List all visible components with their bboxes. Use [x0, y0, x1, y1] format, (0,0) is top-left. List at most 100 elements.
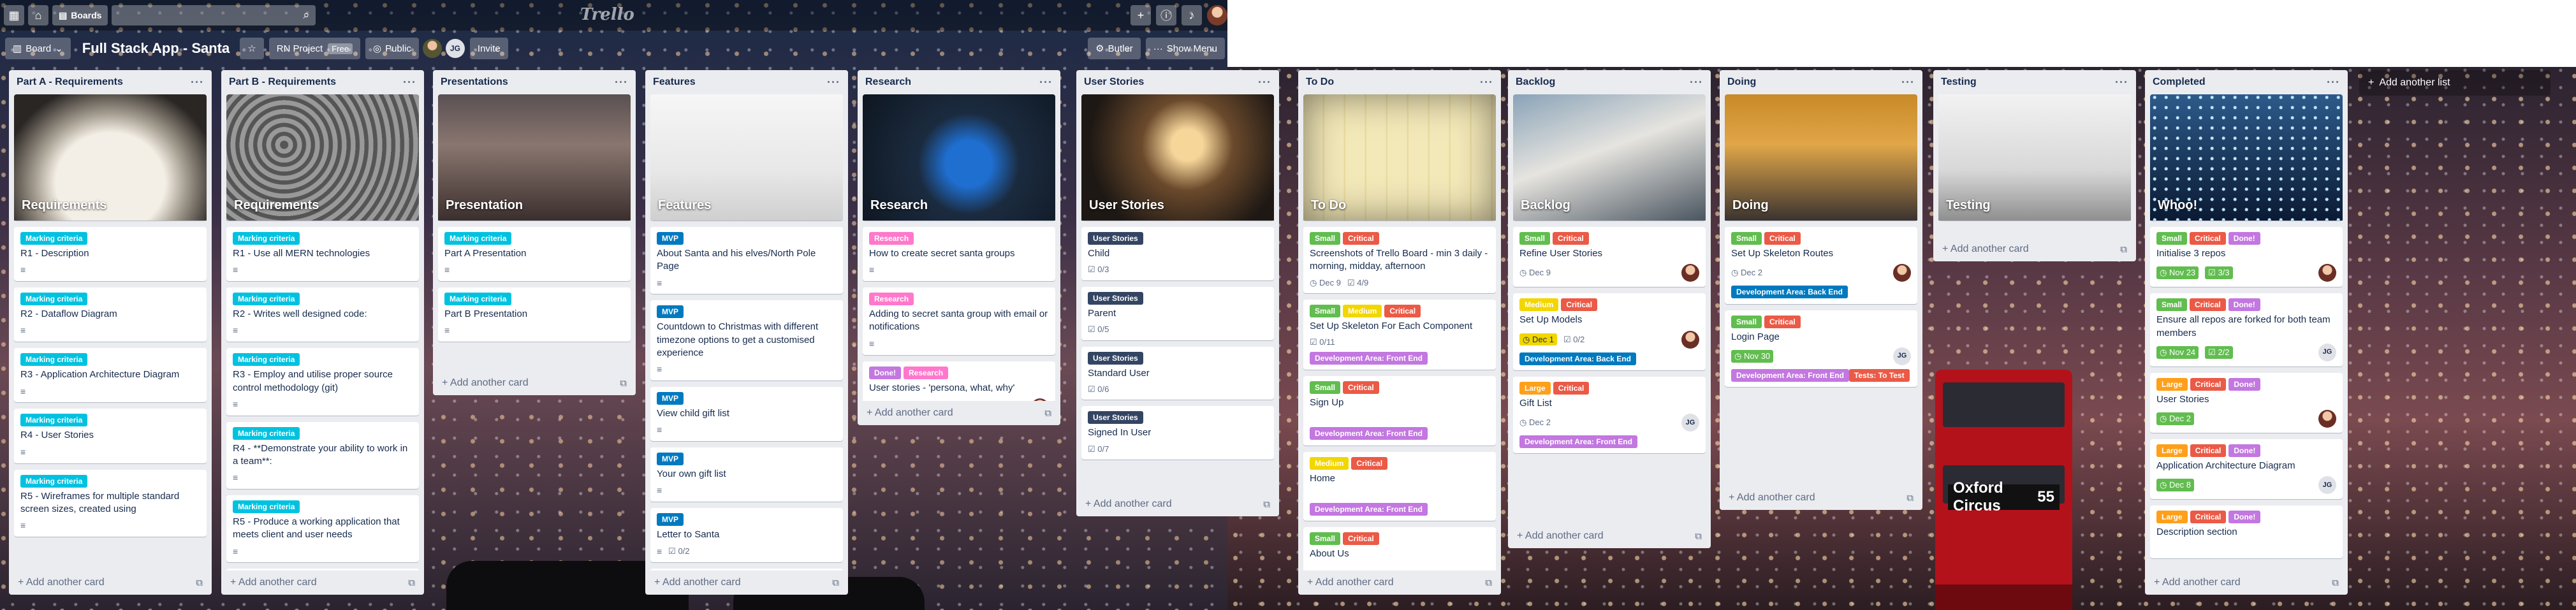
card-template-icon[interactable]: ⧉ — [408, 577, 415, 588]
add-card-button[interactable]: + Add another card ⧉ — [1938, 237, 2131, 261]
list-title[interactable]: Completed — [2153, 76, 2206, 88]
card-label[interactable]: Marking criteria — [233, 353, 300, 367]
card-label[interactable]: Critical — [1343, 381, 1379, 395]
add-card-button[interactable]: + Add another card ⧉ — [1303, 570, 1496, 595]
card-label[interactable]: Done! — [2228, 444, 2261, 457]
card-label[interactable]: Critical — [1351, 456, 1388, 470]
card-label[interactable]: Critical — [1561, 298, 1598, 312]
add-card-button[interactable]: + Add another card ⧉ — [1513, 524, 1706, 548]
add-list-button[interactable]: + Add another list — [2359, 70, 2550, 96]
list-card[interactable]: Small Critical Sign Up Development Area: Fr… — [1303, 376, 1496, 446]
list-card[interactable]: MVP Letter to Santa ≡ ☑ 0/2 — [650, 508, 843, 563]
card-template-icon[interactable]: ⧉ — [2120, 244, 2127, 255]
card-label[interactable]: Small — [1519, 232, 1551, 245]
create-plus-icon[interactable]: + — [1131, 5, 1151, 25]
card-label[interactable]: Critical — [1343, 532, 1379, 546]
due-date-badge[interactable]: ◷ Dec 2 — [1519, 417, 1551, 428]
list-header[interactable]: Features ··· — [650, 70, 843, 94]
list-card[interactable]: Marking criteria R5 - Wireframes for mult… — [14, 469, 207, 537]
card-label[interactable]: Marking criteria — [233, 500, 300, 514]
member-avatar[interactable] — [1681, 264, 1699, 282]
card-template-icon[interactable]: ⧉ — [832, 577, 839, 588]
list-title[interactable]: Testing — [1941, 76, 1977, 88]
list-menu-icon[interactable]: ··· — [191, 76, 204, 89]
cover-card[interactable]: Research — [863, 94, 1055, 221]
card-label[interactable]: Critical — [1764, 232, 1801, 245]
add-card-button[interactable]: + Add another card ⧉ — [650, 570, 843, 595]
due-date-badge[interactable]: ◷ Dec 1 — [1519, 333, 1557, 346]
card-label[interactable]: Medium — [1519, 298, 1559, 312]
list-card[interactable]: Small Critical Set Up Skeleton Routes ◷ Dec… — [1725, 227, 1917, 304]
card-label[interactable]: Marking criteria — [444, 232, 512, 245]
card-label[interactable]: Critical — [2190, 511, 2227, 524]
card-label[interactable]: Done! — [2228, 232, 2260, 245]
card-label[interactable]: Done! — [2228, 377, 2261, 391]
card-template-icon[interactable]: ⧉ — [1906, 493, 1914, 504]
list-menu-icon[interactable]: ··· — [827, 76, 840, 89]
list-card[interactable]: Small Medium Critical Set Up Skeleton For E… — [1303, 300, 1496, 370]
add-card-button[interactable]: + Add another card ⧉ — [1725, 486, 1917, 510]
card-label[interactable]: Critical — [1553, 381, 1590, 395]
list-card[interactable]: Marking criteria R3 - Employ and utilise … — [226, 348, 419, 416]
list-card[interactable]: MVP View child gift list ≡ — [650, 387, 843, 442]
list-menu-icon[interactable]: ··· — [1258, 76, 1271, 89]
card-label[interactable]: Large — [1519, 381, 1551, 395]
list-card[interactable]: Marking criteria Part A Presentation ≡ — [438, 227, 631, 282]
cover-card[interactable]: Requirements — [14, 94, 207, 221]
card-template-icon[interactable]: ⧉ — [196, 577, 203, 588]
card-template-icon[interactable]: ⧉ — [620, 378, 627, 389]
list-card[interactable]: Marking criteria R3 - Application Archite… — [14, 348, 207, 403]
card-label[interactable]: Critical — [2190, 298, 2226, 312]
list-card[interactable]: Marking criteria R1 - Use all MERN techno… — [226, 227, 419, 282]
card-label[interactable]: User Stories — [1088, 411, 1143, 425]
card-label[interactable]: Small — [2156, 232, 2188, 245]
card-label[interactable]: Large — [2156, 511, 2188, 524]
card-label[interactable]: Marking criteria — [20, 293, 88, 306]
add-card-button[interactable]: + Add another card ⧉ — [226, 570, 419, 595]
card-label[interactable]: Large — [2156, 444, 2188, 457]
member-initials-avatar[interactable]: JG — [2318, 343, 2336, 361]
list-card[interactable]: Marking criteria Part B Presentation ≡ — [438, 287, 631, 342]
board-title[interactable]: Full Stack App - Santa — [82, 40, 230, 57]
cover-card[interactable]: User Stories — [1081, 94, 1274, 221]
list-card[interactable]: Small Critical Done! Ensure all repos are f… — [2150, 293, 2343, 367]
invite-button[interactable]: Invite — [469, 38, 508, 59]
due-date-badge[interactable]: ◷ Dec 2 — [2156, 412, 2194, 425]
cover-card[interactable]: Testing — [1938, 94, 2131, 221]
list-card[interactable]: Medium Critical Set Up Models ◷ Dec 1 ☑ 0/2 D… — [1513, 293, 1706, 370]
show-menu-button[interactable]: ··· Show Menu — [1145, 38, 1225, 59]
list-header[interactable]: Part B - Requirements ··· — [226, 70, 419, 94]
card-label[interactable]: Critical — [1553, 232, 1589, 245]
list-card[interactable]: Marking criteria R1 - Description ≡ — [14, 227, 207, 282]
list-card[interactable]: Small Critical Login Page ◷ Nov 30 JG Develop… — [1725, 310, 1917, 387]
home-icon[interactable]: ⌂ — [28, 5, 48, 25]
list-card[interactable]: Medium Critical Home Development Area: Fron… — [1303, 451, 1496, 521]
list-card[interactable]: Marking criteria R5 - Produce a working a… — [226, 495, 419, 563]
list-card[interactable]: User Stories Parent ☑ 0/5 — [1081, 286, 1274, 340]
due-date-badge[interactable]: ◷ Nov 24 — [2156, 345, 2199, 359]
list-card[interactable]: Research Adding to secret santa group wit… — [863, 287, 1055, 355]
card-label[interactable]: Marking criteria — [233, 232, 300, 245]
card-label[interactable]: Done! — [2228, 511, 2261, 524]
list-header[interactable]: Testing ··· — [1938, 70, 2131, 94]
list-title[interactable]: To Do — [1306, 76, 1334, 88]
list-header[interactable]: Presentations ··· — [438, 70, 631, 94]
list-menu-icon[interactable]: ··· — [403, 76, 416, 89]
boards-button[interactable]: ▤ Boards — [52, 5, 108, 25]
card-label[interactable]: Small — [1731, 315, 1762, 328]
list-card[interactable]: MVP About Santa and his elves/North Pole … — [650, 227, 843, 294]
list-menu-icon[interactable]: ··· — [1480, 76, 1493, 89]
list-title[interactable]: Doing — [1727, 76, 1756, 88]
member-avatar[interactable] — [422, 39, 442, 58]
list-menu-icon[interactable]: ··· — [1901, 76, 1915, 89]
member-avatar[interactable] — [2318, 264, 2336, 282]
list-header[interactable]: Part A - Requirements ··· — [14, 70, 207, 94]
due-date-badge[interactable]: ◷ Dec 2 — [1731, 267, 1762, 279]
card-label[interactable]: Small — [1310, 305, 1341, 318]
card-label[interactable]: Critical — [2190, 444, 2227, 457]
member-avatar[interactable] — [1893, 264, 1911, 282]
card-label[interactable]: MVP — [657, 453, 684, 466]
list-card[interactable]: Large Critical Done! Application Architectu… — [2150, 439, 2343, 500]
list-menu-icon[interactable]: ··· — [1690, 76, 1703, 89]
card-label[interactable]: Critical — [2190, 377, 2227, 391]
